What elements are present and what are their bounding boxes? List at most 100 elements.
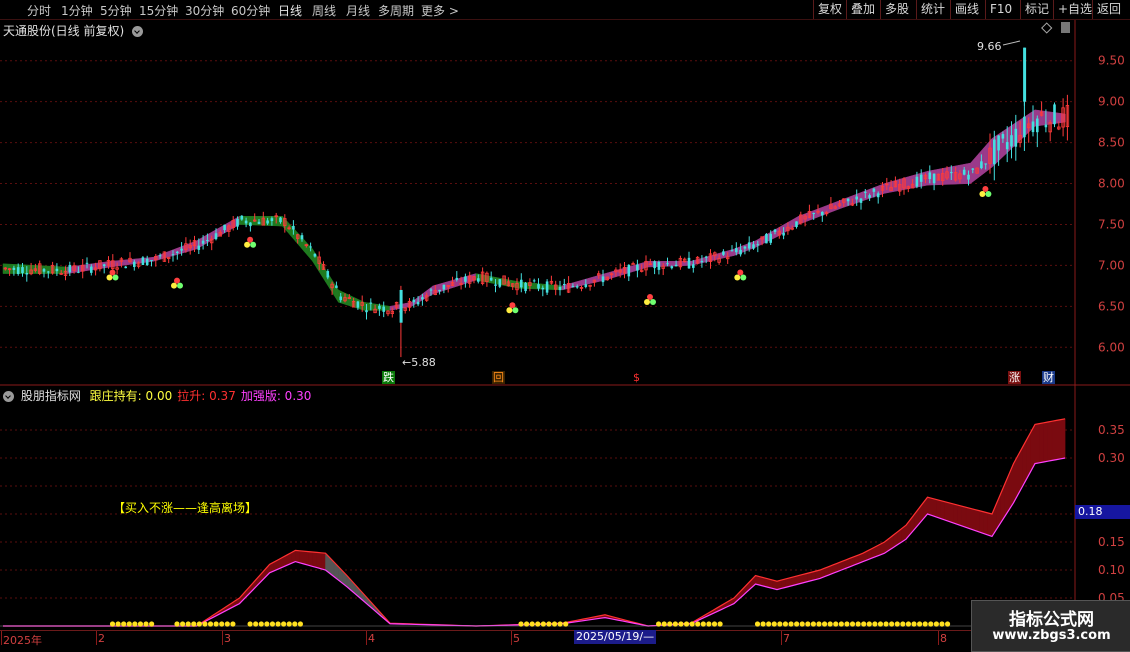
candle-body [920,175,923,182]
hold-dot [110,621,115,626]
candle-body [1015,129,1018,147]
indicator-lines [0,419,1075,626]
indicator-fill-segment [695,618,699,622]
indicator-fill-segment [1061,419,1065,459]
hold-dot [783,621,788,626]
indicator-fill-segment [579,619,583,621]
indicator-fill-segment [842,560,846,570]
candle-body [56,269,59,271]
hold-dot [811,621,816,626]
hold-dot [684,621,689,626]
indicator-fill-segment [209,615,213,619]
indicator-fill-segment [915,508,919,529]
candle-body [477,278,480,281]
hold-dot [132,621,137,626]
event-marker-3[interactable]: 涨 [1008,371,1021,384]
indicator-fill-segment [270,562,274,573]
signal-ball [244,242,250,248]
indicator-fill-segment [910,514,914,534]
candle-body [292,226,295,230]
indicator-fill-segment [1026,432,1030,479]
indicator-fill-segment [592,616,596,619]
hold-dot [833,621,838,626]
indicator-fill-segment [867,549,871,560]
candle-body [821,212,824,216]
event-marker-1[interactable]: 回 [492,371,505,384]
indicator-fill-segment [799,574,803,584]
indicator-fill-segment [794,576,798,586]
candle-body [1045,125,1048,128]
hold-dot [127,621,132,626]
event-marker-4[interactable]: 财 [1042,371,1055,384]
chart-corner-icons[interactable] [1042,22,1070,33]
expand-icon[interactable] [1061,22,1070,33]
hold-dot [883,621,888,626]
hold-dot [275,621,280,626]
hold-dot [828,621,833,626]
candle-body [653,261,656,268]
indicator-fill-segment [1035,424,1039,464]
indicator-fill-segment [1057,420,1061,460]
indicator-fill-segment [261,569,265,581]
candle-body [464,276,467,281]
indicator-fill-segment [975,510,979,532]
indicator-fill-segment [1039,423,1043,463]
hold-dot [546,621,551,626]
price-axis-labels: 9.509.008.508.007.507.006.506.00 [1098,54,1125,355]
hold-dot [535,621,540,626]
event-marker-2[interactable]: $ [632,371,641,384]
indicator-fill-segment [717,606,721,612]
hold-dot [230,621,235,626]
hold-dot [264,621,269,626]
chevron-down-icon[interactable] [3,391,14,402]
candle-body [494,284,497,285]
indicator-label: 0.30 [1098,451,1125,465]
hold-dot [717,621,722,626]
hold-dot [253,621,258,626]
indicator-fill-segment [614,617,618,620]
candle-body [628,265,631,276]
indicator-fill-segment [958,505,962,526]
indicator-fill-segment [235,598,239,606]
indicator-fill-segment [743,585,747,596]
indicator-fill-segment [227,604,231,611]
candle-body [963,170,966,175]
indicator-fill-segment [708,611,712,616]
indicator-fill-segment [919,503,923,524]
price-label: 7.00 [1098,258,1125,272]
indicator-fill-segment [631,622,635,624]
indicator-fill-segment [670,624,674,625]
hold-dot [208,621,213,626]
indicator-fill-segment [244,588,248,599]
indicator-note: 【买入不涨——逢高离场】 [113,499,257,516]
candle-body [146,259,149,265]
indicator-header[interactable]: 股朋指标网 跟庄持有: 0.00拉升: 0.37加强版: 0.30 [3,387,311,404]
event-marker-0[interactable]: 跌 [382,371,395,384]
price-label: 8.00 [1098,177,1125,191]
hold-dot [788,621,793,626]
diamond-icon[interactable] [1042,23,1052,33]
indicator-fill-segment [850,557,854,567]
indicator-line-加强版 [3,458,1065,626]
candle-body [744,247,747,249]
indicator-fill-segment [829,565,833,575]
indicator-fill-segment [902,525,906,542]
indicator-fill-segment [601,615,605,618]
indicator-fill-segment [300,551,304,564]
indicator-fill-segment [377,609,381,616]
candle-body [658,262,661,270]
price-chart[interactable]: 9.509.008.508.007.507.006.506.00 9.66 ←5… [0,0,1130,390]
indicator-fill-segment [351,580,355,594]
indicator-fill-segment [553,623,557,624]
band-segment [588,277,592,284]
date-tick-3: 4 [368,632,375,645]
indicator-fill-segment [338,567,342,584]
hold-dot [690,621,695,626]
indicator-fill-segment [252,579,256,591]
indicator-fill-segment [790,577,794,587]
hold-dot [872,621,877,626]
candle-body [572,286,575,287]
candle-body [537,284,540,288]
indicator-fill-segment [364,595,368,606]
indicator-fill-segment [880,542,884,555]
